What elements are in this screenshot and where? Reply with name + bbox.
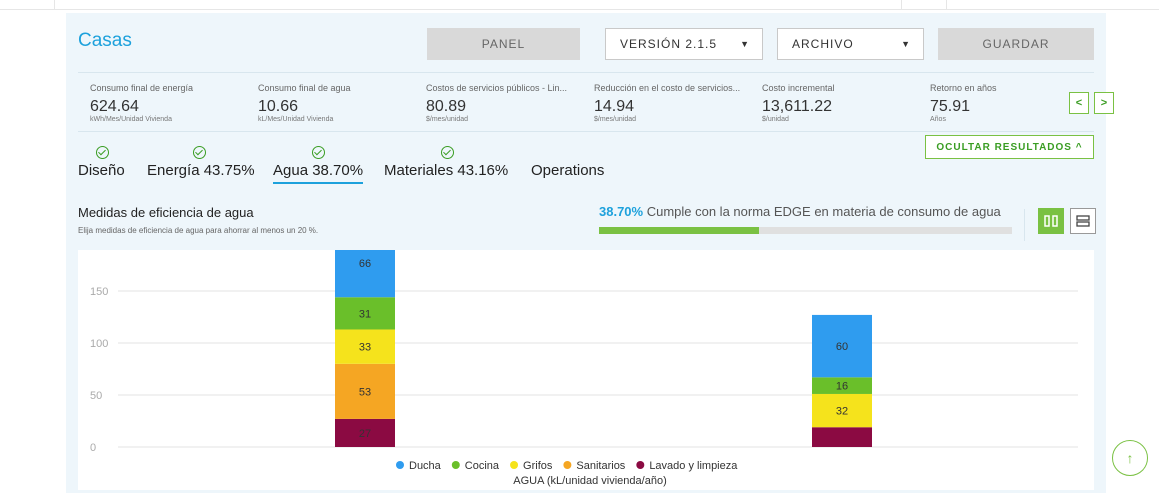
bar-data-label: 53	[359, 386, 371, 398]
guardar-button[interactable]: GUARDAR	[938, 28, 1094, 60]
metric-water: Consumo final de agua 10.66 kL/Mes/Unida…	[258, 83, 351, 123]
y-tick-label: 150	[90, 286, 108, 298]
section-subtitle: Elija medidas de eficiencia de agua para…	[78, 226, 319, 235]
progress-fill	[599, 227, 759, 234]
archivo-select[interactable]: ARCHIVO ▼	[777, 28, 924, 60]
tab-label: Agua 38.70%	[273, 162, 364, 179]
check-circle-icon	[312, 146, 325, 159]
bar-data-label: 31	[359, 308, 371, 320]
compliance-text: 38.70% Cumple con la norma EDGE en mater…	[599, 204, 1001, 219]
metric-cost-reduction: Reducción en el costo de servicios... 14…	[594, 83, 740, 123]
bar-data-label: 16	[836, 381, 848, 393]
metrics-bar: Consumo final de energía 624.64 kWh/Mes/…	[78, 72, 1094, 132]
metric-incremental-cost: Costo incremental 13,611.22 $/unidad	[762, 83, 835, 123]
section-title: Medidas de eficiencia de agua	[78, 205, 254, 220]
legend-label: Ducha	[409, 460, 442, 472]
y-tick-label: 50	[90, 390, 102, 402]
metric-unit: $/unidad	[762, 116, 789, 123]
metric-label: Reducción en el costo de servicios...	[594, 83, 741, 93]
bar-data-label: 32	[836, 406, 848, 418]
legend-label: Sanitarios	[576, 460, 625, 472]
legend-marker	[451, 461, 460, 469]
metric-unit: kWh/Mes/Unidad Vivienda	[90, 116, 172, 123]
check-circle-icon	[96, 146, 109, 159]
columns-view-button[interactable]	[1038, 208, 1064, 234]
tab-label: Diseño	[78, 162, 125, 179]
metric-utility-cost: Costos de servicios públicos - Lin... 80…	[426, 83, 567, 123]
tab-diseno[interactable]: Diseño	[78, 146, 125, 179]
chevron-left-icon[interactable]: <	[1069, 92, 1089, 114]
bar-data-label: 60	[836, 341, 848, 353]
legend-marker	[396, 461, 404, 469]
guardar-button-label: GUARDAR	[982, 37, 1050, 51]
ocultar-resultados-button[interactable]: OCULTAR RESULTADOS ^	[925, 135, 1094, 159]
compliance-description: Cumple con la norma EDGE en materia de c…	[643, 204, 1001, 219]
bar-segment	[812, 427, 872, 447]
metric-label: Retorno en años	[930, 83, 997, 93]
legend-marker	[636, 461, 645, 469]
legend-marker	[510, 461, 519, 469]
rows-icon	[1076, 215, 1090, 227]
metric-label: Consumo final de agua	[258, 83, 351, 93]
chevron-right-icon[interactable]: >	[1094, 92, 1114, 114]
top-divider	[0, 0, 1159, 10]
metric-energy: Consumo final de energía 624.64 kWh/Mes/…	[90, 83, 193, 123]
metric-label: Costo incremental	[762, 83, 835, 93]
panel-button-label: PANEL	[481, 37, 526, 51]
water-chart-svg: 0 50 100 150 27 53 33 31 66 32 16 60 Ducha Cocina Grif…	[90, 228, 1078, 487]
metric-value: 80.89	[426, 98, 467, 115]
metric-unit: Años	[930, 116, 946, 123]
water-chart: 0 50 100 150 27 53 33 31 66 32 16 60 Ducha Cocina Grif…	[78, 228, 1094, 490]
tab-label: Energía 43.75%	[147, 162, 255, 179]
metric-label: Consumo final de energía	[90, 83, 194, 93]
archivo-select-label: ARCHIVO	[792, 37, 854, 51]
tab-materiales[interactable]: Materiales 43.16%	[384, 146, 508, 179]
y-tick-label: 100	[90, 338, 108, 350]
version-select[interactable]: VERSIÓN 2.1.5 ▼	[605, 28, 763, 60]
bar-data-label: 27	[359, 428, 371, 440]
metric-value: 13,611.22	[762, 98, 832, 115]
page-title: Casas	[78, 30, 132, 51]
bar-data-label: 66	[359, 258, 371, 270]
divider	[1024, 209, 1025, 241]
version-select-label: VERSIÓN 2.1.5	[620, 37, 718, 51]
divider-tick	[901, 0, 902, 10]
metric-payback: Retorno en años 75.91 Años	[930, 83, 997, 123]
metric-value: 10.66	[258, 98, 299, 115]
tab-agua[interactable]: Agua 38.70%	[273, 146, 364, 184]
x-axis-label: AGUA (kL/unidad vivienda/año)	[513, 475, 666, 487]
metric-unit: kL/Mes/Unidad Vivienda	[258, 116, 334, 123]
chevron-down-icon: ▼	[901, 39, 911, 49]
legend-label: Cocina	[465, 460, 500, 472]
rows-view-button[interactable]	[1070, 208, 1096, 234]
tab-label: Materiales 43.16%	[384, 162, 509, 179]
metric-unit: $/mes/unidad	[594, 116, 637, 123]
divider-tick	[946, 0, 947, 10]
tab-label: Operations	[531, 162, 605, 179]
metric-value: 75.91	[930, 98, 971, 115]
compliance-percent: 38.70%	[599, 204, 644, 219]
chevron-down-icon: ▼	[740, 39, 750, 49]
metric-value: 14.94	[594, 98, 635, 115]
metric-value: 624.64	[90, 98, 139, 115]
metric-unit: $/mes/unidad	[426, 116, 469, 123]
check-circle-icon	[193, 146, 206, 159]
panel-button[interactable]: PANEL	[427, 28, 580, 60]
legend-marker	[563, 461, 572, 469]
legend-label: Grifos	[523, 460, 553, 472]
legend-label: Lavado y limpieza	[649, 460, 738, 472]
divider-tick	[54, 0, 55, 10]
tab-energia[interactable]: Energía 43.75%	[147, 146, 255, 179]
tab-operations[interactable]: Operations	[531, 146, 604, 179]
check-circle-icon	[441, 146, 454, 159]
bar-data-label: 33	[359, 342, 371, 354]
columns-icon	[1044, 215, 1058, 227]
scroll-top-button[interactable]: ↑	[1112, 440, 1148, 476]
arrow-up-icon: ↑	[1126, 450, 1134, 466]
compliance-progress-bar	[599, 227, 1012, 234]
metric-label: Costos de servicios públicos - Lin...	[426, 83, 568, 93]
y-tick-label: 0	[90, 442, 96, 454]
